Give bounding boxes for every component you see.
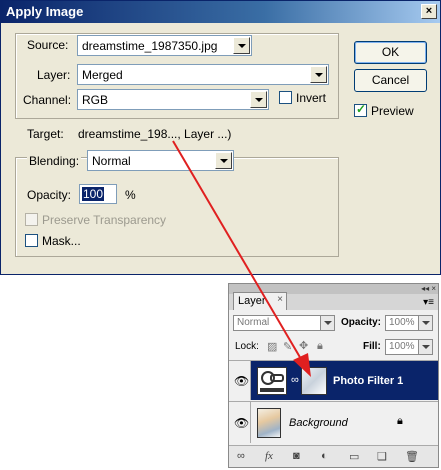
dialog-title: Apply Image [6, 4, 84, 19]
fx-icon[interactable]: fx [265, 450, 273, 462]
chevron-right-icon [418, 340, 432, 354]
preview-checkbox[interactable] [354, 102, 367, 117]
fill-value: 100% [389, 341, 415, 352]
chevron-down-icon [310, 66, 327, 83]
layers-bottom-toolbar: ∞ fx ◙ ◐ ▭ ❑ 🗑︎ [229, 445, 438, 467]
mask-label: Mask... [42, 234, 81, 248]
lock-position-icon[interactable]: ✥ [299, 339, 308, 352]
cancel-button[interactable]: Cancel [354, 69, 427, 92]
ok-button[interactable]: OK [354, 41, 427, 64]
chevron-down-icon [250, 91, 267, 108]
invert-checkbox[interactable] [279, 91, 292, 104]
layer-name: Photo Filter 1 [333, 375, 404, 387]
target-value: dreamstime_198..., Layer ...) [78, 127, 232, 141]
source-value: dreamstime_1987350.jpg [82, 39, 218, 53]
lock-all-icon[interactable]: 🔒︎ [317, 340, 323, 353]
opacity-label: Opacity: [27, 188, 72, 202]
preserve-transparency-label: Preserve Transparency [42, 213, 167, 227]
fill-input[interactable]: 100% [385, 339, 433, 355]
close-button[interactable]: × [421, 4, 437, 19]
layer-label: Layer: [37, 68, 71, 82]
source-select[interactable]: dreamstime_1987350.jpg [77, 35, 252, 56]
layers-panel-body: Normal Opacity: 100% Lock: ▨ ✎ ✥ 🔒︎ Fill… [229, 310, 438, 467]
panel-menu-icon[interactable]: ▾≡ [423, 297, 434, 308]
chevron-down-icon [320, 316, 334, 330]
preview-label: Preview [371, 104, 414, 118]
dialog-title-bar[interactable]: Apply Image × [1, 1, 440, 23]
trash-icon[interactable]: 🗑︎ [405, 450, 419, 463]
target-label: Target: [27, 127, 64, 141]
chevron-right-icon [418, 316, 432, 330]
channel-select[interactable]: RGB [77, 89, 269, 110]
source-label: Source: [27, 38, 69, 52]
chevron-down-icon [233, 37, 250, 54]
fill-label: Fill: [363, 341, 381, 352]
layer-row-photo-filter[interactable]: 👁︎ ∞ Photo Filter 1 [229, 360, 438, 400]
visibility-toggle[interactable]: 👁︎ [229, 361, 251, 400]
link-icon[interactable]: ∞ [237, 450, 245, 462]
channel-value: RGB [82, 93, 109, 107]
opacity-input[interactable]: 100 [79, 184, 117, 204]
lock-icon: 🔒︎ [397, 415, 403, 427]
eye-icon: 👁︎ [234, 415, 250, 430]
adjustment-icon[interactable]: ◐ [321, 450, 328, 462]
adjustment-layer-icon [257, 367, 287, 395]
blend-mode-value: Normal [237, 317, 270, 328]
lock-transparent-icon[interactable]: ▨ [267, 340, 277, 353]
tab-layers[interactable]: Layer × [233, 292, 287, 310]
mask-icon[interactable]: ◙ [293, 450, 300, 462]
opacity-label: Opacity: [341, 317, 382, 328]
folder-icon[interactable]: ▭ [349, 450, 359, 463]
blending-label: Blending: [27, 154, 82, 168]
layer-mask-thumbnail[interactable] [301, 367, 327, 395]
layer-opacity-input[interactable]: 100% [385, 315, 433, 331]
visibility-toggle[interactable]: 👁︎ [229, 402, 251, 443]
layer-thumbnail [257, 408, 281, 438]
collapse-icon[interactable]: ◂◂ × [421, 284, 436, 293]
invert-label: Invert [296, 91, 327, 105]
chevron-down-icon [215, 152, 232, 169]
layer-name: Background [289, 417, 348, 429]
opacity-unit: % [125, 188, 136, 202]
mask-checkbox[interactable] [25, 234, 38, 247]
layers-panel: ◂◂ × Layer × ▾≡ Normal Opacity: 100% Loc… [228, 283, 439, 468]
close-icon[interactable]: × [277, 294, 283, 305]
layer-value: Merged [82, 68, 123, 82]
chain-link-icon: ∞ [291, 374, 299, 386]
lock-image-icon[interactable]: ✎ [283, 340, 292, 353]
channel-label: Channel: [23, 93, 72, 107]
opacity-value: 100 [82, 187, 105, 201]
preserve-transparency-checkbox[interactable] [25, 213, 38, 226]
layer-select[interactable]: Merged [77, 64, 329, 85]
blending-select[interactable]: Normal [87, 150, 234, 171]
apply-image-dialog: Apply Image × Source: dreamstime_1987350… [0, 0, 441, 275]
blending-value: Normal [92, 154, 131, 168]
lock-label: Lock: [235, 341, 259, 352]
close-icon: × [425, 5, 433, 17]
blend-mode-select[interactable]: Normal [233, 315, 335, 331]
eye-icon: 👁︎ [234, 373, 250, 388]
layer-row-background[interactable]: 👁︎ Background 🔒︎ [229, 401, 438, 443]
tab-layers-label: Layer [238, 295, 266, 307]
new-layer-icon[interactable]: ❑ [377, 450, 387, 463]
layer-opacity-value: 100% [389, 317, 415, 328]
